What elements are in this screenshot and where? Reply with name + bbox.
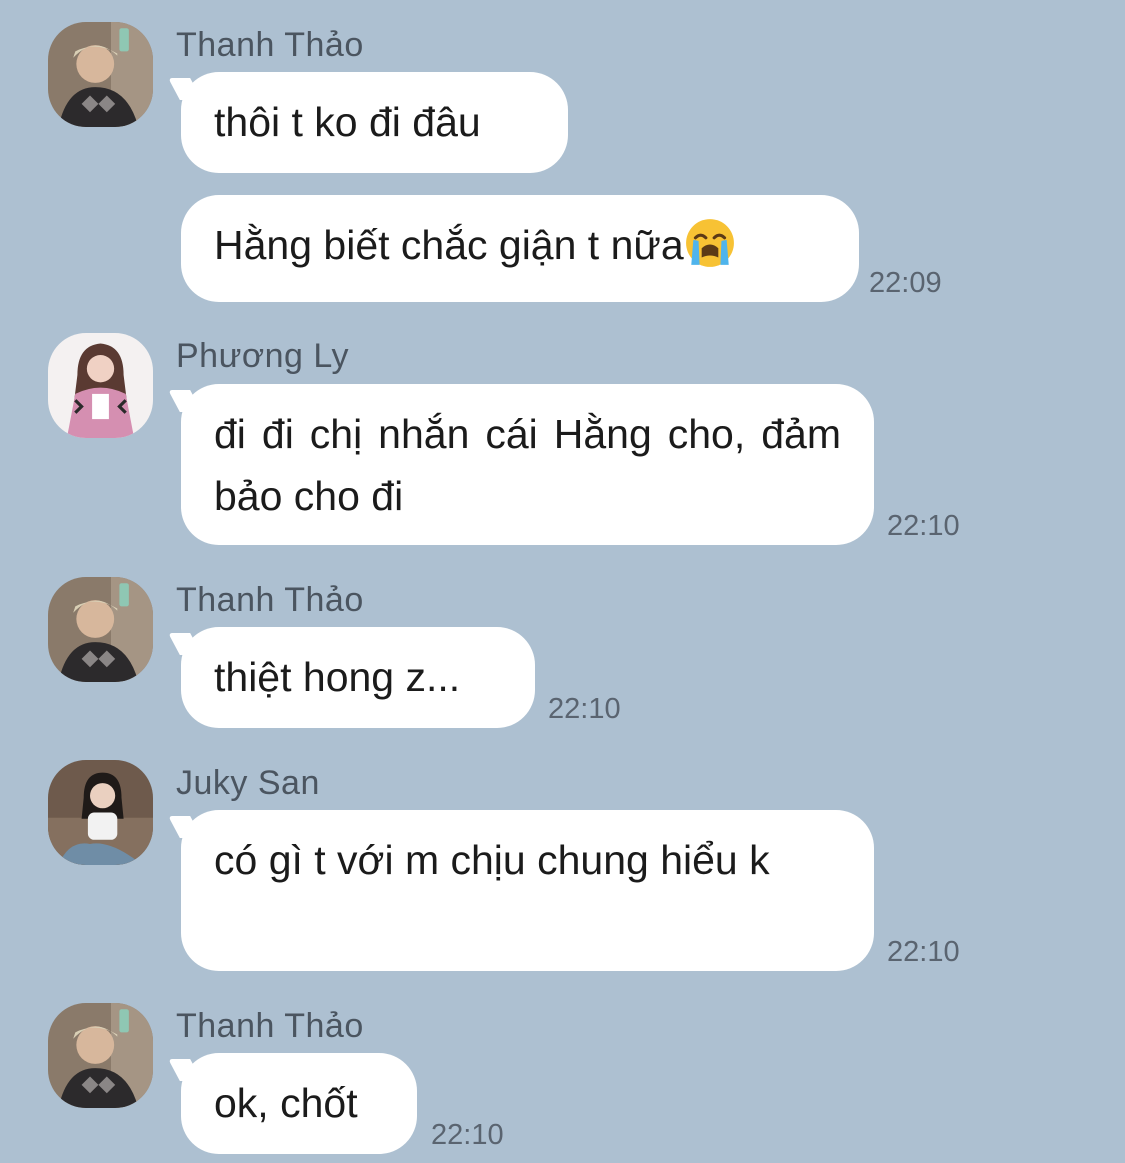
avatar-thanh-thao[interactable] [48,1003,153,1108]
message-timestamp: 22:10 [887,510,960,542]
message-text: thôi t ko đi đâu [214,99,481,145]
avatar-photo [48,22,153,127]
message-timestamp: 22:10 [887,936,960,968]
sender-name: Thanh Thảo [176,26,364,64]
message-timestamp: 22:09 [869,267,942,299]
message-bubble[interactable]: ok, chốt [181,1053,417,1154]
avatar-phuong-ly[interactable] [48,333,153,438]
message-bubble[interactable]: thôi t ko đi đâu [181,72,568,173]
avatar-thanh-thao[interactable] [48,22,153,127]
message-text: thiệt hong z... [214,654,461,700]
message-text: ok, chốt [214,1080,358,1126]
avatar-photo [48,760,153,865]
sender-name: Thanh Thảo [176,1007,364,1045]
message-bubble[interactable]: đi đi chị nhắn cái Hằng cho, đảm bảo cho… [181,384,874,545]
message-text: có gì t với m chịu chung hiểu k [214,837,770,883]
message-timestamp: 22:10 [548,693,621,725]
message-bubble[interactable]: thiệt hong z... [181,627,535,728]
avatar-photo [48,333,153,438]
avatar-thanh-thao[interactable] [48,577,153,682]
loudly-crying-face-emoji-icon [684,217,736,269]
sender-name: Thanh Thảo [176,581,364,619]
message-text: đi đi chị nhắn cái Hằng cho, đảm bảo cho… [214,411,841,519]
avatar-juky-san[interactable] [48,760,153,865]
message-timestamp: 22:10 [431,1119,504,1151]
message-bubble[interactable]: Hằng biết chắc giận t nữa [181,195,859,302]
sender-name: Juky San [176,764,320,802]
avatar-photo [48,1003,153,1108]
message-text: Hằng biết chắc giận t nữa [214,214,826,276]
sender-name: Phương Ly [176,337,350,375]
avatar-photo [48,577,153,682]
message-bubble[interactable]: có gì t với m chịu chung hiểu k [181,810,874,971]
